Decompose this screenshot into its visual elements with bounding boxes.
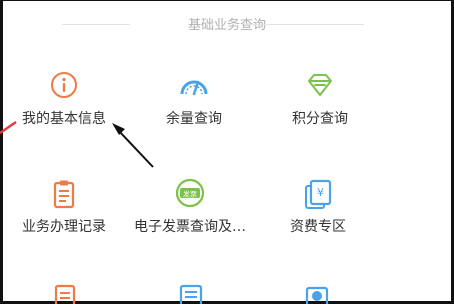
frame-left-edge bbox=[0, 0, 3, 304]
tariff-badge-text: ¥ bbox=[317, 186, 324, 199]
menu-item-e-invoice[interactable]: 发票 电子发票查询及… bbox=[120, 178, 260, 248]
menu-item-basic-info[interactable]: 我的基本信息 bbox=[0, 70, 134, 140]
screenshot-frame bbox=[0, 0, 452, 302]
clipboard-icon bbox=[53, 180, 75, 209]
menu-item-label: 我的基本信息 bbox=[22, 111, 106, 127]
document-icon[interactable] bbox=[48, 284, 82, 304]
section-divider-right bbox=[244, 24, 364, 25]
invoice-badge-text: 发票 bbox=[183, 190, 197, 199]
menu-item-label: 资费专区 bbox=[290, 219, 346, 235]
menu-item-label: 业务办理记录 bbox=[22, 219, 106, 235]
diamond-icon bbox=[308, 74, 332, 96]
menu-item-label: 余量查询 bbox=[166, 111, 222, 127]
info-circle-icon bbox=[51, 72, 77, 98]
tariff-icon: ¥ bbox=[305, 179, 332, 209]
menu-item-balance[interactable]: 余量查询 bbox=[124, 70, 264, 140]
list-icon[interactable] bbox=[174, 284, 208, 304]
gauge-icon bbox=[180, 80, 208, 96]
invoice-icon: 发票 bbox=[175, 178, 205, 208]
menu-item-label: 电子发票查询及… bbox=[134, 219, 246, 235]
section-title: 基础业务查询 bbox=[187, 18, 266, 33]
menu-item-tariff-zone[interactable]: ¥ 资费专区 bbox=[248, 178, 388, 248]
menu-item-label: 积分查询 bbox=[292, 111, 348, 127]
menu-item-business-records[interactable]: 业务办理记录 bbox=[0, 178, 134, 248]
gift-icon[interactable] bbox=[300, 284, 334, 304]
menu-item-points[interactable]: 积分查询 bbox=[250, 70, 390, 140]
